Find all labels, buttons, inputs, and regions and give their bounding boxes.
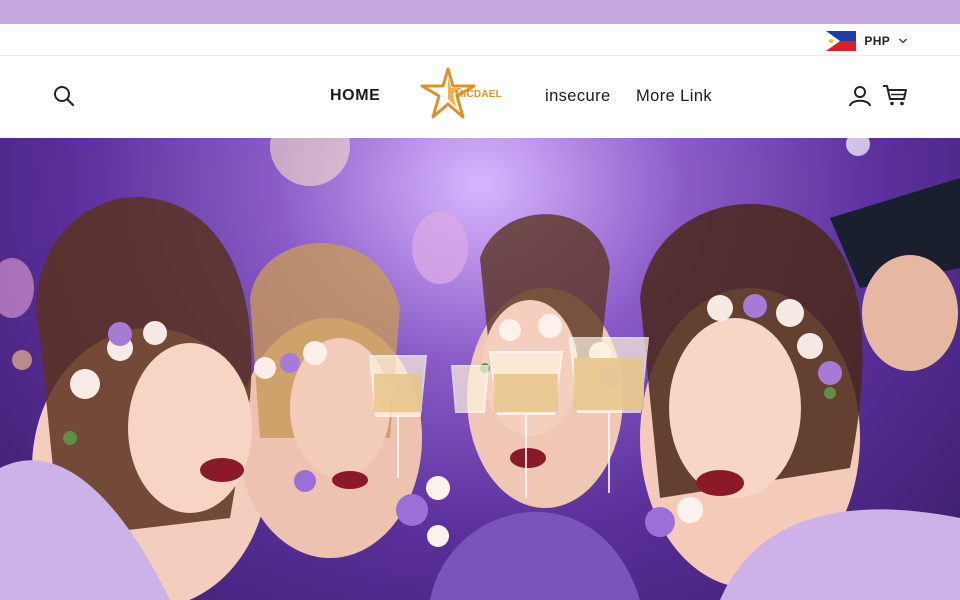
philippines-flag-icon	[826, 31, 857, 51]
chevron-down-icon	[899, 38, 907, 44]
cart-icon[interactable]	[882, 83, 908, 107]
currency-selector[interactable]: PHP	[826, 31, 908, 51]
site-header: HOME MICDAEL insecure More Link	[0, 56, 960, 138]
nav-home-link[interactable]: HOME	[330, 87, 380, 105]
logo-wordmark: MICDAEL	[455, 89, 502, 100]
account-icon[interactable]	[848, 84, 872, 108]
announcement-bar	[0, 0, 960, 24]
utility-bar: PHP	[0, 24, 960, 56]
nav-more-link[interactable]: More Link	[636, 87, 712, 106]
currency-label: PHP	[864, 34, 890, 48]
search-icon[interactable]	[53, 85, 75, 107]
hero-illustration	[0, 138, 960, 600]
brand-logo[interactable]: MICDAEL	[418, 67, 518, 121]
nav-insecure-link[interactable]: insecure	[545, 87, 611, 106]
hero-banner-image[interactable]	[0, 138, 960, 600]
